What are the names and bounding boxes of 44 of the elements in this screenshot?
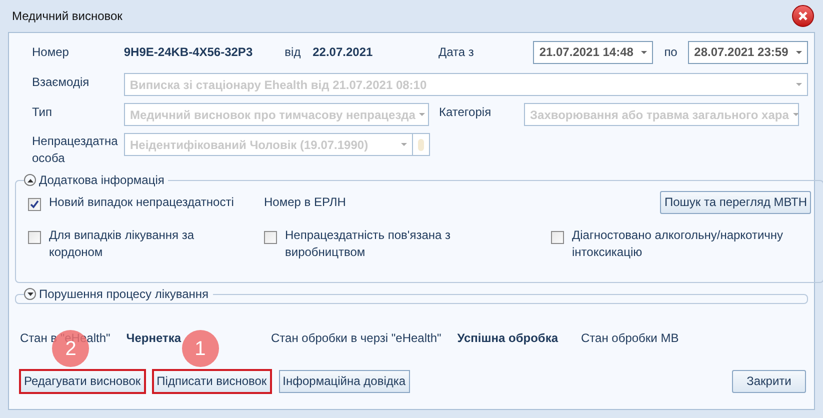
checkmark-icon (30, 200, 39, 208)
document-number: 9H9E-24KB-4X56-32P3 (124, 44, 254, 61)
dropdown-arrow-icon (401, 143, 407, 146)
collapse-icon[interactable] (24, 174, 36, 186)
dropdown-arrow-icon (641, 50, 648, 54)
checkbox[interactable] (28, 198, 41, 210)
expand-icon[interactable] (24, 288, 36, 300)
field-label: Номер (31, 44, 70, 61)
field-label: по (663, 44, 678, 61)
status-value: Чернетка (126, 330, 182, 347)
checkbox-label: Для випадків лікування за кордоном (49, 227, 196, 261)
status-value: Успішна обробка (457, 330, 558, 347)
dropdown-arrow-icon (419, 113, 426, 116)
date-from-dropdown[interactable]: 21.07.2021 14:48 (533, 40, 654, 64)
search-button[interactable]: Пошук та перегляд МВТН (660, 190, 811, 214)
dropdown-arrow-icon (796, 83, 802, 86)
action-button[interactable]: Редагувати висновок (20, 370, 145, 392)
action-button[interactable]: Підписати висновок (152, 370, 271, 392)
field-label: Взаємодія (31, 74, 90, 90)
section-title: Додаткова інформація (39, 172, 164, 189)
checkbox-label: Новий випадок непрацездатності (49, 194, 234, 210)
section-title: Порушення процесу лікування (39, 286, 209, 303)
action-button[interactable]: Інформаційна довідка (278, 370, 410, 392)
status-label: Стан обробки МВ (581, 330, 679, 347)
step-badge: 1 (182, 330, 219, 367)
close-button[interactable]: Закрити (732, 370, 806, 392)
field-label: Тип (31, 104, 54, 120)
dropdown-arrow-icon (796, 50, 802, 54)
checkbox-label: Діагностовано алкогольну/наркотичну інтоксикацію (572, 227, 784, 261)
field-label: Номер в ЕРЛН (264, 194, 347, 211)
checkbox[interactable] (28, 231, 41, 244)
field-label: від (284, 44, 302, 61)
close-icon[interactable] (792, 5, 814, 27)
checkbox-label: Непрацездатність пов'язана з виробництвом (285, 227, 452, 261)
checkbox[interactable] (551, 231, 564, 244)
field-label: Непрацездатна особа (31, 133, 119, 167)
document-date: 22.07.2021 (312, 44, 374, 61)
checkbox[interactable] (264, 231, 277, 244)
status-label: Стан обробки в черзі "eHealth" (271, 330, 442, 347)
dropdown-arrow-icon (792, 113, 798, 116)
window-title: Медичний висновок (12, 8, 122, 25)
date-to-dropdown[interactable]: 28.07.2021 23:59 (688, 40, 808, 64)
field-label: Дата з (438, 44, 475, 61)
field-label: Категорія (438, 104, 492, 120)
